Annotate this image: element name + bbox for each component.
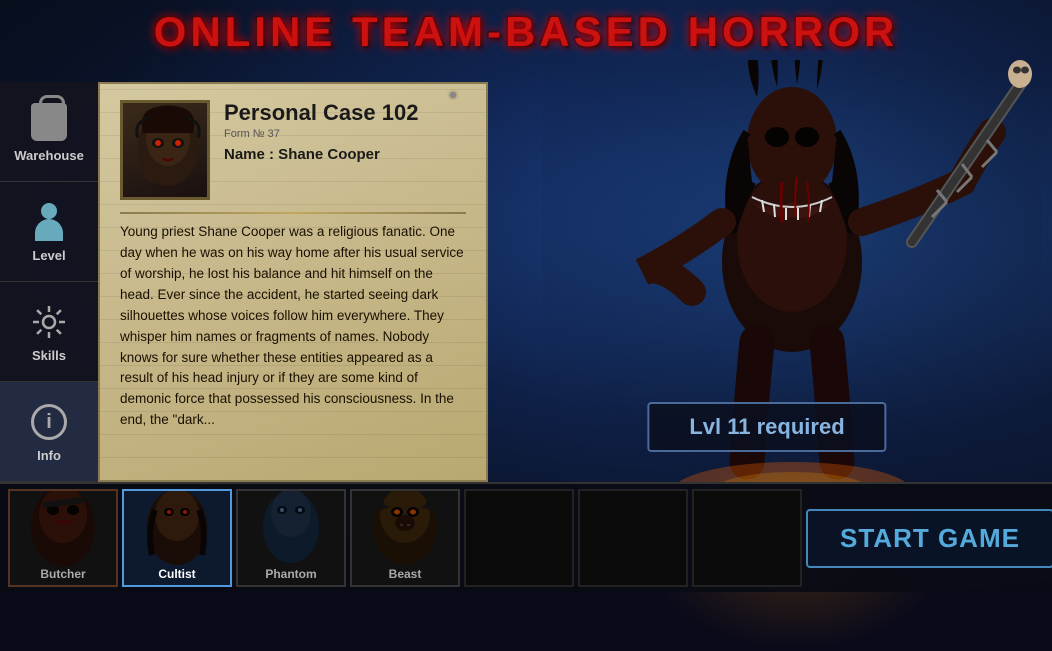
skills-icon xyxy=(27,300,71,344)
level-icon xyxy=(27,200,71,244)
character-slot-phantom[interactable]: Phantom xyxy=(236,489,346,587)
phantom-image xyxy=(238,491,344,563)
sidebar-item-warehouse[interactable]: Warehouse xyxy=(0,82,98,182)
butcher-image xyxy=(10,491,116,563)
lvl-required-text: Lvl 11 required xyxy=(689,414,844,439)
card-pin xyxy=(450,92,456,98)
cultist-label: Cultist xyxy=(158,567,195,581)
monster-area: Lvl 11 required xyxy=(482,60,1052,482)
photo-face-svg xyxy=(123,103,210,200)
bottom-bar: Butcher Cultist xyxy=(0,482,1052,592)
empty-slot-2 xyxy=(578,489,688,587)
character-slot-cultist[interactable]: Cultist xyxy=(122,489,232,587)
character-slot-beast[interactable]: Beast xyxy=(350,489,460,587)
case-form-number: Form № 37 xyxy=(224,128,466,140)
character-slot-butcher[interactable]: Butcher xyxy=(8,489,118,587)
case-card: Personal Case 102 Form № 37 Name : Shane… xyxy=(98,82,488,482)
case-photo xyxy=(120,100,210,200)
sidebar-label-info: Info xyxy=(37,448,61,463)
beast-label: Beast xyxy=(389,567,422,581)
empty-slot-3 xyxy=(692,489,802,587)
beast-image xyxy=(352,491,458,563)
sidebar-label-level: Level xyxy=(32,248,65,263)
cultist-image xyxy=(124,491,230,563)
warehouse-icon xyxy=(27,100,71,144)
main-title: ONLINE TEAM-BASED HORROR xyxy=(0,8,1052,56)
case-description: Young priest Shane Cooper was a religiou… xyxy=(120,222,466,431)
case-name: Name : Shane Cooper xyxy=(224,146,466,163)
sidebar-item-info[interactable]: i Info xyxy=(0,382,98,482)
sidebar: Warehouse Level Skills xyxy=(0,82,98,482)
case-photo-inner xyxy=(123,103,207,197)
case-title: Personal Case 102 xyxy=(224,100,466,126)
phantom-label: Phantom xyxy=(265,567,316,581)
case-header: Personal Case 102 Form № 37 Name : Shane… xyxy=(120,100,466,200)
case-title-block: Personal Case 102 Form № 37 Name : Shane… xyxy=(224,100,466,163)
case-divider xyxy=(120,212,466,214)
info-icon: i xyxy=(27,400,71,444)
butcher-label: Butcher xyxy=(40,567,85,581)
start-game-button[interactable]: START GAME xyxy=(806,509,1052,568)
empty-slot-1 xyxy=(464,489,574,587)
sidebar-label-warehouse: Warehouse xyxy=(14,148,84,163)
sidebar-item-skills[interactable]: Skills xyxy=(0,282,98,382)
sidebar-label-skills: Skills xyxy=(32,348,66,363)
sidebar-item-level[interactable]: Level xyxy=(0,182,98,282)
lvl-required-badge: Lvl 11 required xyxy=(647,402,886,452)
